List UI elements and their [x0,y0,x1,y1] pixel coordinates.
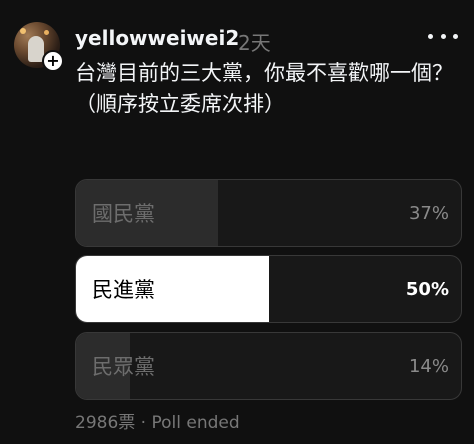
avatar-light [20,28,26,34]
poll-option-percent: 37% [408,202,449,224]
more-options-icon[interactable] [428,34,458,42]
poll-option-kmt[interactable]: 國民黨 37% [75,179,462,247]
username[interactable]: yellowweiwei2 [75,26,239,50]
dot [428,34,433,39]
avatar-container[interactable]: + [14,22,64,72]
poll-option-label: 國民黨 [92,202,155,226]
dot [453,34,458,39]
dot [440,34,446,39]
poll-footer: 2986票 · Poll ended [75,408,240,433]
poll-option-percent: 50% [405,278,449,300]
avatar-light [44,30,49,35]
poll-option-label: 民眾黨 [92,355,155,379]
follow-plus-icon[interactable]: + [42,50,64,72]
poll-status: Poll ended [151,413,240,433]
poll-option-label: 民進黨 [92,278,155,302]
poll-option-percent: 14% [408,355,449,377]
post-timestamp: 2天 [238,31,271,55]
poll-option-tpp[interactable]: 民眾黨 14% [75,332,462,400]
poll-option-dpp[interactable]: 民進黨 50% [75,255,462,323]
vote-count: 2986票 [75,413,136,433]
post-text: 台灣目前的三大黨，你最不喜歡哪一個？ （順序按立委席次排） [75,61,453,116]
separator-dot: · [140,413,147,433]
